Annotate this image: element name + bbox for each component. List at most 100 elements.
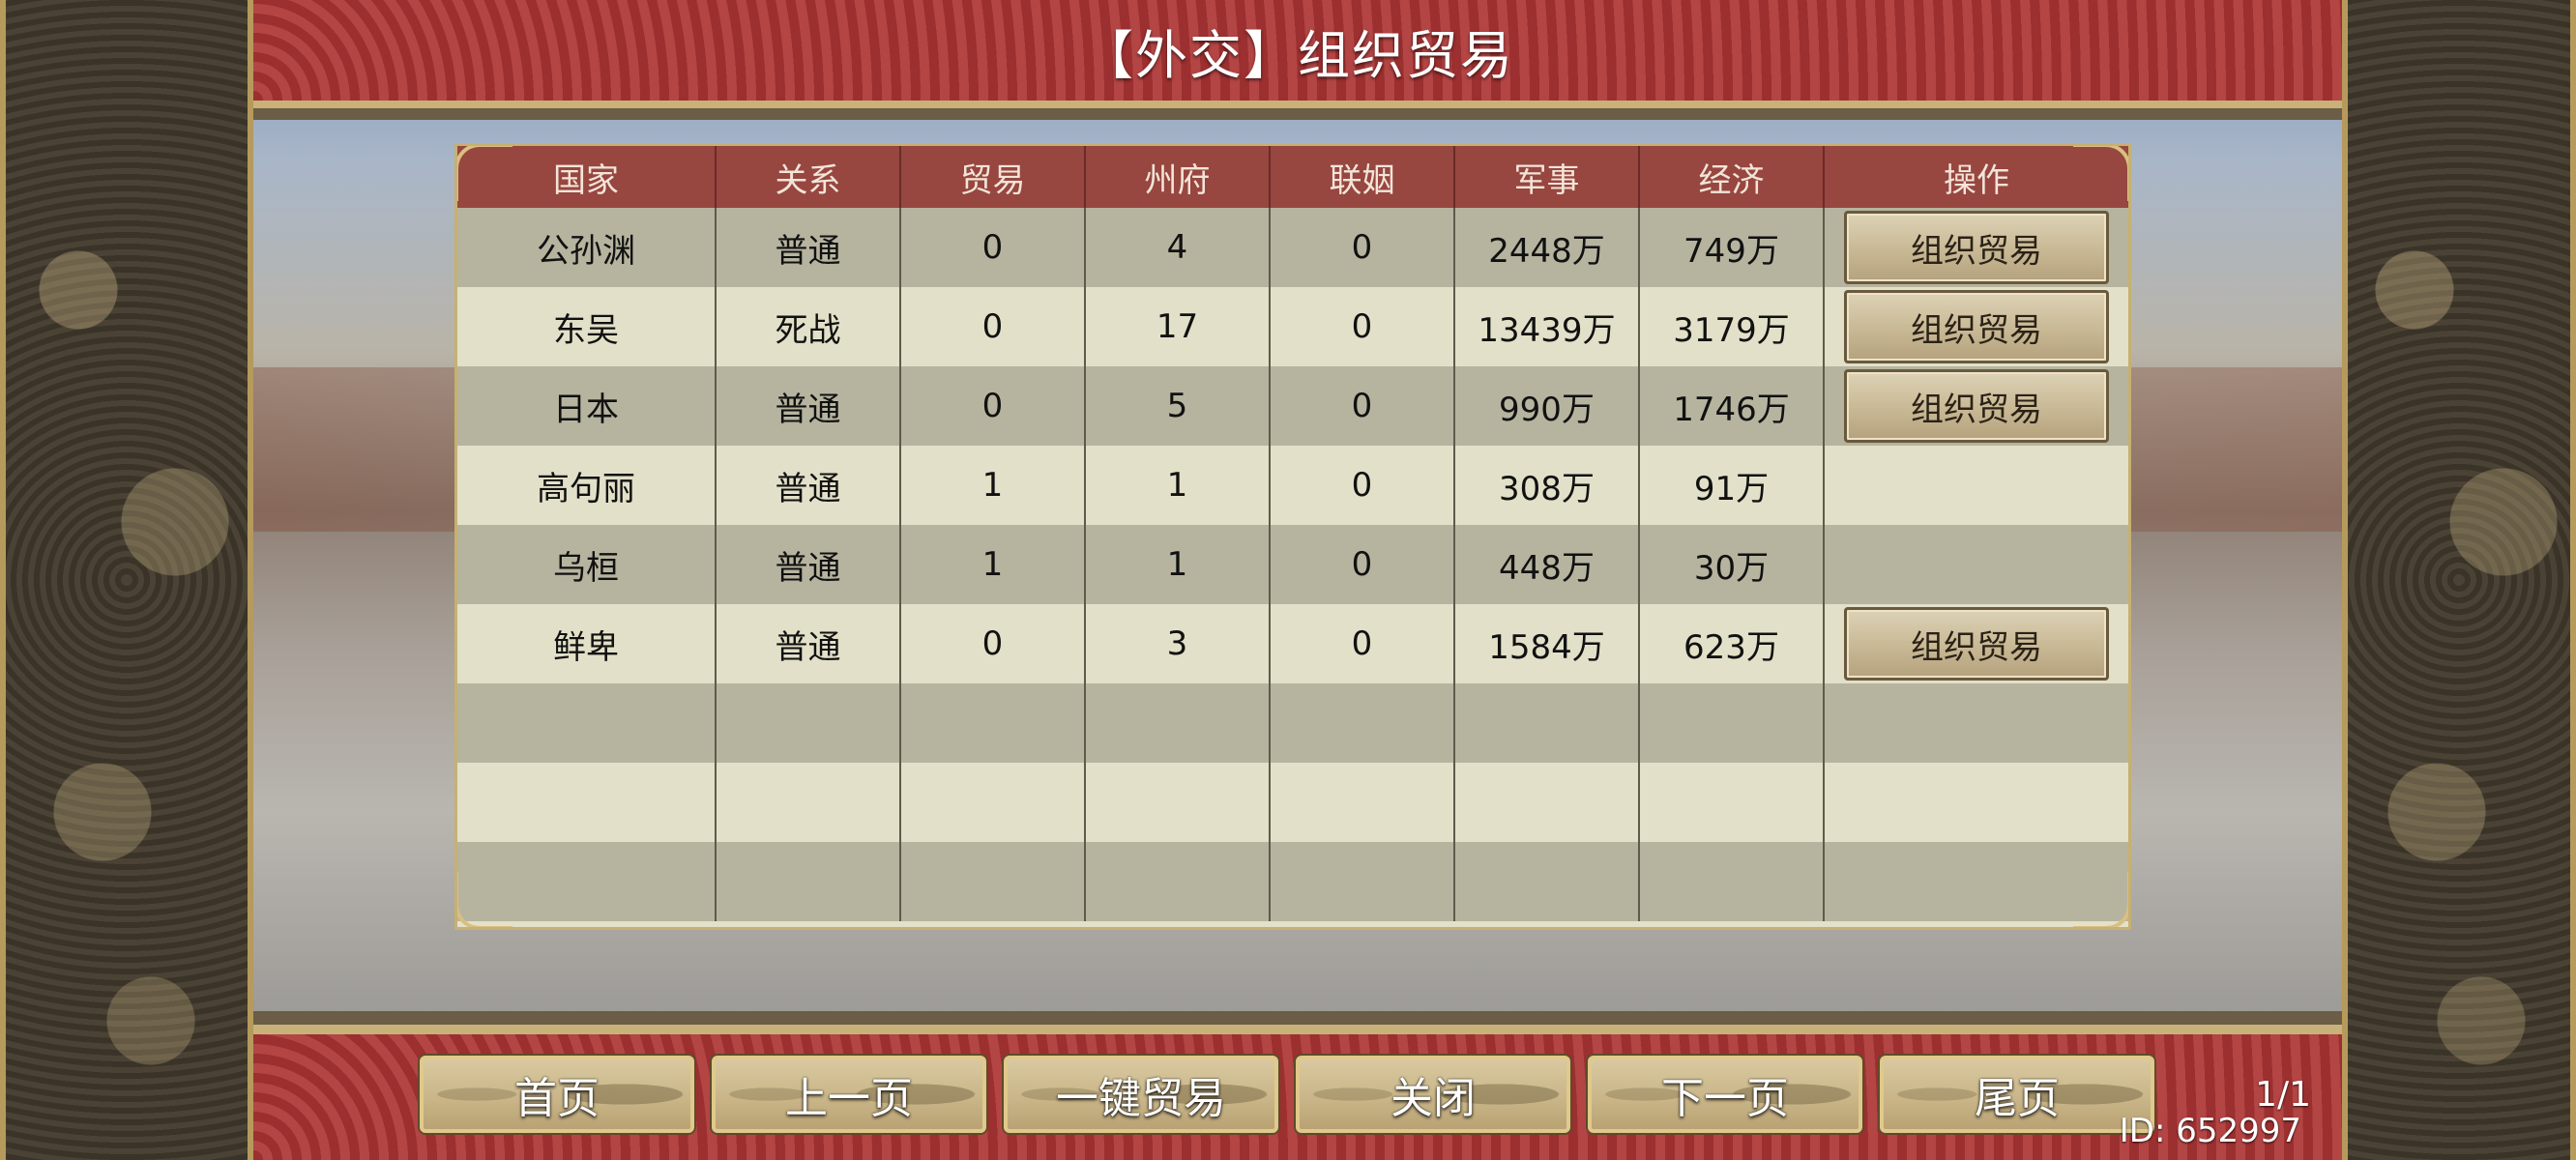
right-dragon-panel [2342,0,2576,1160]
cell-action: 组织贸易 [1825,287,2128,366]
cell-relation [717,763,901,842]
cell-provinces [1086,763,1271,842]
table-row: 东吴 死战 0 17 0 13439万 3179万 组织贸易 [457,287,2128,366]
cell-marriage [1271,683,1455,763]
table-row: 公孙渊 普通 0 4 0 2448万 749万 组织贸易 [457,208,2128,287]
page-indicator: 1/1 [2255,1075,2311,1115]
table-row [457,842,2128,921]
table-row: 鲜卑 普通 0 3 0 1584万 623万 组织贸易 [457,604,2128,683]
cell-provinces: 1 [1086,525,1271,604]
cell-action [1825,525,2128,604]
cell-country [457,683,717,763]
table-header: 国家 关系 贸易 州府 联姻 军事 经济 操作 [457,146,2128,208]
cell-military [1455,683,1640,763]
cell-economy [1640,763,1825,842]
cell-economy [1640,683,1825,763]
header-trade: 贸易 [901,146,1086,208]
organize-trade-button[interactable]: 组织贸易 [1844,211,2109,284]
cell-trade: 0 [901,604,1086,683]
table-body: 公孙渊 普通 0 4 0 2448万 749万 组织贸易 东吴 死战 0 17 0 13439万 3179万… [457,208,2128,921]
cell-military: 448万 [1455,525,1640,604]
close-button[interactable]: 关闭 [1296,1056,1570,1133]
cell-provinces: 4 [1086,208,1271,287]
cell-relation: 普通 [717,525,901,604]
cell-marriage [1271,763,1455,842]
cell-marriage: 0 [1271,287,1455,366]
table-row: 高句丽 普通 1 1 0 308万 91万 [457,446,2128,525]
trade-all-button[interactable]: 一键贸易 [1004,1056,1278,1133]
organize-trade-button[interactable]: 组织贸易 [1844,607,2109,681]
cell-marriage: 0 [1271,208,1455,287]
cell-action: 组织贸易 [1825,366,2128,446]
header-provinces: 州府 [1086,146,1271,208]
cell-economy: 30万 [1640,525,1825,604]
title-banner: 【外交】组织贸易 [253,0,2342,120]
cell-relation: 普通 [717,604,901,683]
cell-provinces: 1 [1086,446,1271,525]
organize-trade-button[interactable]: 组织贸易 [1844,290,2109,363]
cell-action [1825,683,2128,763]
cell-economy: 91万 [1640,446,1825,525]
cell-country: 乌桓 [457,525,717,604]
cell-marriage: 0 [1271,366,1455,446]
cell-economy: 623万 [1640,604,1825,683]
cell-action: 组织贸易 [1825,604,2128,683]
cell-trade: 1 [901,446,1086,525]
cell-marriage [1271,842,1455,921]
cell-provinces: 3 [1086,604,1271,683]
next-page-button[interactable]: 下一页 [1588,1056,1862,1133]
cell-action [1825,842,2128,921]
cell-trade: 0 [901,208,1086,287]
table-row [457,763,2128,842]
cell-country: 公孙渊 [457,208,717,287]
cell-trade [901,842,1086,921]
cell-economy: 1746万 [1640,366,1825,446]
prev-page-button[interactable]: 上一页 [712,1056,986,1133]
organize-trade-button[interactable]: 组织贸易 [1844,369,2109,443]
cell-relation: 普通 [717,208,901,287]
cell-military: 2448万 [1455,208,1640,287]
cell-provinces [1086,683,1271,763]
cell-country: 日本 [457,366,717,446]
cell-military: 308万 [1455,446,1640,525]
cell-action [1825,763,2128,842]
cell-action [1825,446,2128,525]
cell-economy: 749万 [1640,208,1825,287]
cell-trade [901,683,1086,763]
cell-provinces [1086,842,1271,921]
cell-country: 鲜卑 [457,604,717,683]
cell-trade: 0 [901,287,1086,366]
cell-country [457,842,717,921]
page-title: 【外交】组织贸易 [1081,24,1514,86]
left-dragon-panel [0,0,253,1160]
diplomacy-table: 国家 关系 贸易 州府 联姻 军事 经济 操作 公孙渊 普通 0 4 0 2448万 749… [454,143,2131,930]
table-row: 乌桓 普通 1 1 0 448万 30万 [457,525,2128,604]
cell-marriage: 0 [1271,446,1455,525]
cell-trade [901,763,1086,842]
cell-economy: 3179万 [1640,287,1825,366]
cell-provinces: 17 [1086,287,1271,366]
table-row: 日本 普通 0 5 0 990万 1746万 组织贸易 [457,366,2128,446]
cell-relation: 普通 [717,446,901,525]
cell-relation [717,842,901,921]
header-marriage: 联姻 [1271,146,1455,208]
cell-military: 990万 [1455,366,1640,446]
cell-relation [717,683,901,763]
table-row [457,683,2128,763]
cell-country [457,763,717,842]
cell-relation: 死战 [717,287,901,366]
first-page-button[interactable]: 首页 [420,1056,694,1133]
cell-action: 组织贸易 [1825,208,2128,287]
cell-marriage: 0 [1271,525,1455,604]
cell-relation: 普通 [717,366,901,446]
cell-military: 13439万 [1455,287,1640,366]
header-economy: 经济 [1640,146,1825,208]
header-military: 军事 [1455,146,1640,208]
header-country: 国家 [457,146,717,208]
cell-trade: 1 [901,525,1086,604]
cell-military: 1584万 [1455,604,1640,683]
cell-military [1455,842,1640,921]
cell-trade: 0 [901,366,1086,446]
header-relation: 关系 [717,146,901,208]
cell-marriage: 0 [1271,604,1455,683]
